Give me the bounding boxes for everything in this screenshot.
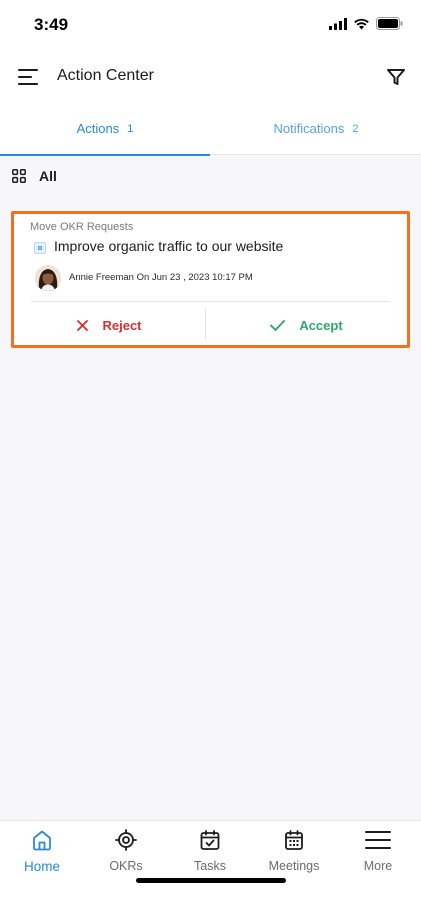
hamburger-icon — [365, 831, 391, 849]
objective-icon — [34, 242, 46, 254]
reject-label: Reject — [102, 317, 142, 333]
nav-more-label: More — [363, 859, 393, 873]
nav-more[interactable]: More — [336, 829, 420, 875]
card-category: Move OKR Requests — [30, 221, 134, 233]
card-title[interactable]: Improve organic traffic to our website — [54, 238, 283, 254]
home-indicator — [136, 878, 286, 883]
battery-icon — [376, 17, 403, 30]
tab-notifications[interactable]: Notifications 2 — [211, 102, 421, 155]
status-icons — [329, 17, 403, 30]
tab-notifications-count: 2 — [352, 122, 359, 135]
tab-actions[interactable]: Actions 1 — [0, 102, 210, 156]
nav-meetings-label: Meetings — [268, 859, 320, 873]
page-title: Action Center — [57, 67, 154, 84]
requester-info: Annie Freeman On Jun 23 , 2023 10:17 PM — [69, 272, 253, 283]
status-bar: 3:49 — [0, 0, 421, 52]
close-icon — [77, 319, 89, 331]
tab-actions-count: 1 — [127, 122, 134, 135]
nav-home-label: Home — [23, 859, 60, 874]
reject-button[interactable]: Reject — [14, 306, 205, 344]
grid-icon — [12, 169, 26, 183]
tab-notifications-label: Notifications — [273, 121, 345, 136]
nav-home[interactable]: Home — [0, 829, 84, 875]
bottom-nav: Home OKRs Tasks Meetings More — [0, 820, 421, 912]
filter-row[interactable]: All — [0, 156, 421, 196]
action-card: Move OKR Requests Improve organic traffi… — [11, 211, 410, 348]
check-icon — [270, 319, 286, 331]
menu-icon[interactable] — [18, 68, 40, 86]
home-icon — [33, 830, 51, 851]
tab-actions-label: Actions — [76, 121, 120, 136]
filter-icon[interactable] — [386, 67, 406, 87]
nav-tasks-label: Tasks — [194, 859, 226, 873]
app-header: Action Center — [0, 52, 421, 102]
accept-button[interactable]: Accept — [206, 306, 407, 344]
nav-meetings[interactable]: Meetings — [252, 829, 336, 875]
nav-tasks[interactable]: Tasks — [168, 829, 252, 875]
tab-bar: Actions 1 Notifications 2 — [0, 102, 421, 156]
nav-okrs-label: OKRs — [109, 859, 143, 873]
signal-icon — [329, 17, 347, 30]
calendar-check-icon — [200, 830, 220, 850]
filter-label: All — [39, 168, 57, 184]
avatar — [35, 265, 61, 291]
wifi-icon — [354, 18, 369, 29]
status-time: 3:49 — [34, 15, 69, 34]
calendar-grid-icon — [285, 830, 303, 850]
nav-okrs[interactable]: OKRs — [84, 829, 168, 875]
target-icon — [115, 829, 137, 851]
card-divider — [31, 301, 390, 302]
accept-label: Accept — [299, 317, 343, 333]
